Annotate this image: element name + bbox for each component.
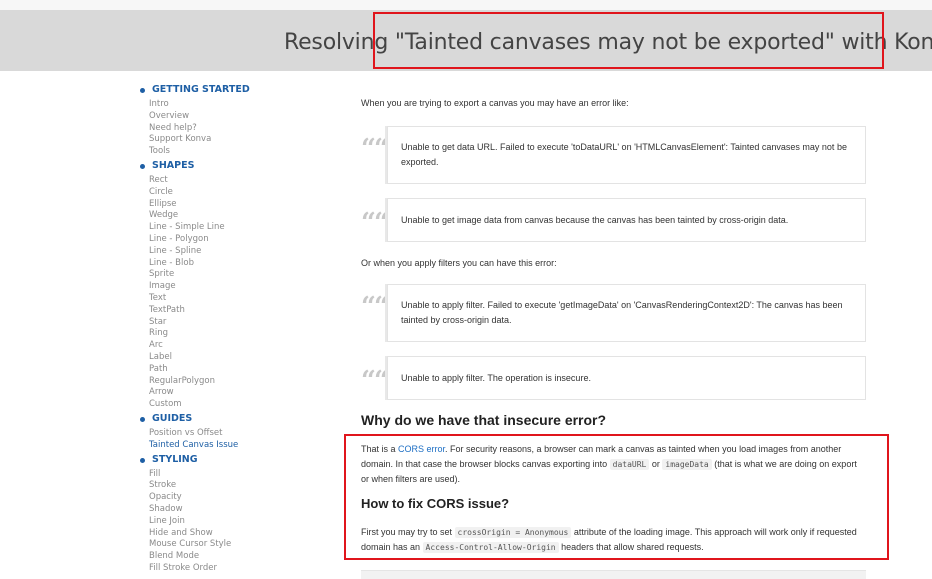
sidebar-item[interactable]: Custom: [139, 399, 309, 411]
quote-icon: ““: [361, 366, 389, 396]
sidebar-item[interactable]: Tainted Canvas Issue: [139, 440, 309, 452]
sidebar-item[interactable]: Sprite: [139, 269, 309, 281]
sidebar-item[interactable]: Ellipse: [139, 199, 309, 211]
bullet-icon: [140, 163, 145, 169]
sidebar-item[interactable]: Circle: [139, 187, 309, 199]
sidebar-section-label: STYLING: [152, 453, 198, 465]
sidebar-item[interactable]: Arrow: [139, 387, 309, 399]
bullet-icon: [140, 457, 145, 463]
blockquote-imagedata: ““ Unable to get image data from canvas …: [361, 198, 866, 242]
sidebar-item[interactable]: Arc: [139, 340, 309, 352]
sidebar-item[interactable]: RegularPolygon: [139, 376, 309, 388]
sidebar-item[interactable]: Tools: [139, 146, 309, 158]
sidebar-section-label: GUIDES: [152, 412, 193, 424]
code-dataurl: dataURL: [609, 459, 650, 470]
sidebar-item[interactable]: Line - Simple Line: [139, 222, 309, 234]
sidebar-item[interactable]: Hide and Show: [139, 528, 309, 540]
heading-why-insecure: Why do we have that insecure error?: [361, 412, 607, 428]
sidebar-section-header[interactable]: GETTING STARTED: [139, 84, 309, 97]
page-header: Resolving "Tainted canvases may not be e…: [0, 10, 932, 71]
sidebar-item[interactable]: Line - Blob: [139, 258, 309, 270]
sidebar-item[interactable]: Opacity: [139, 492, 309, 504]
sidebar-item[interactable]: Overview: [139, 111, 309, 123]
sidebar-item[interactable]: Ring: [139, 328, 309, 340]
bullet-icon: [140, 88, 145, 93]
sidebar-item[interactable]: Line Join: [139, 516, 309, 528]
quote-text: Unable to apply filter. The operation is…: [401, 372, 591, 383]
sidebar-section-header[interactable]: GUIDES: [139, 412, 309, 426]
sidebar-section: GETTING STARTED Intro Overview Need help? Su…: [139, 84, 309, 158]
sidebar-section: SHAPES Rect Circle Ellipse Wedge Line - Simpl…: [139, 159, 309, 411]
sidebar-item[interactable]: Mouse Cursor Style: [139, 539, 309, 551]
next-code-block: [361, 570, 866, 579]
blockquote-getimagedata: ““ Unable to apply filter. Failed to exe…: [361, 284, 866, 342]
sidebar-item[interactable]: Need help?: [139, 123, 309, 135]
sidebar-section: GUIDES Position vs Offset Tainted Canvas I…: [139, 412, 309, 452]
code-imagedata: imageData: [662, 459, 712, 470]
sidebar-item[interactable]: Intro: [139, 99, 309, 111]
sidebar-section: STYLING Fill Stroke Opacity Shadow Line Join H…: [139, 453, 309, 575]
why-paragraph: That is a CORS error. For security reaso…: [361, 442, 867, 487]
sidebar-item[interactable]: Line - Polygon: [139, 234, 309, 246]
sidebar-nav: GETTING STARTED Intro Overview Need help? Su…: [139, 84, 309, 578]
sidebar-item[interactable]: Rect: [139, 175, 309, 187]
blockquote-todataurl: ““ Unable to get data URL. Failed to exe…: [361, 126, 866, 184]
sidebar-item[interactable]: Image: [139, 281, 309, 293]
sidebar-section-label: GETTING STARTED: [152, 84, 250, 95]
quote-icon: ““: [361, 208, 389, 238]
sidebar-section-header[interactable]: STYLING: [139, 453, 309, 467]
blockquote-insecure: ““ Unable to apply filter. The operation…: [361, 356, 866, 400]
quote-text: Unable to get image data from canvas bec…: [401, 214, 789, 225]
sidebar-item[interactable]: Label: [139, 352, 309, 364]
page-title: Resolving "Tainted canvases may not be e…: [284, 30, 932, 55]
fix-text-1: First you may try to set: [361, 527, 455, 537]
intro-text: When you are trying to export a canvas y…: [361, 98, 629, 108]
sidebar-item[interactable]: Fill Stroke Order: [139, 563, 309, 575]
quote-text: Unable to get data URL. Failed to execut…: [401, 142, 847, 167]
cors-error-link[interactable]: CORS error: [398, 444, 445, 454]
sidebar-item[interactable]: Star: [139, 317, 309, 329]
sidebar-item[interactable]: Text: [139, 293, 309, 305]
quote-text: Unable to apply filter. Failed to execut…: [401, 300, 843, 325]
code-access-control: Access-Control-Allow-Origin: [422, 542, 559, 553]
sidebar-item[interactable]: TextPath: [139, 305, 309, 317]
why-text-or: or: [649, 459, 663, 469]
why-text-1: That is a: [361, 444, 399, 454]
quote-icon: ““: [361, 292, 389, 322]
quote-icon: ““: [361, 134, 389, 164]
fix-text-3: headers that allow shared requests.: [558, 542, 704, 552]
url-bar: [0, 0, 932, 10]
sidebar-item[interactable]: Support Konva: [139, 134, 309, 146]
sidebar-item[interactable]: Blend Mode: [139, 551, 309, 563]
sidebar-section-label: SHAPES: [152, 159, 195, 171]
sidebar-item[interactable]: Wedge: [139, 210, 309, 222]
fix-paragraph: First you may try to set crossOrigin = A…: [361, 525, 867, 555]
bullet-icon: [140, 416, 145, 422]
heading-how-to-fix: How to fix CORS issue?: [361, 496, 510, 511]
sidebar-item[interactable]: Fill: [139, 469, 309, 481]
sidebar-item[interactable]: Line - Spline: [139, 246, 309, 258]
sidebar-item[interactable]: Path: [139, 364, 309, 376]
sidebar-section-header[interactable]: SHAPES: [139, 159, 309, 173]
sidebar-item[interactable]: Position vs Offset: [139, 428, 309, 440]
code-crossorigin: crossOrigin = Anonymous: [454, 527, 572, 538]
sidebar-item[interactable]: Shadow: [139, 504, 309, 516]
sidebar-item[interactable]: Stroke: [139, 480, 309, 492]
filters-intro-text: Or when you apply filters you can have t…: [361, 258, 557, 268]
